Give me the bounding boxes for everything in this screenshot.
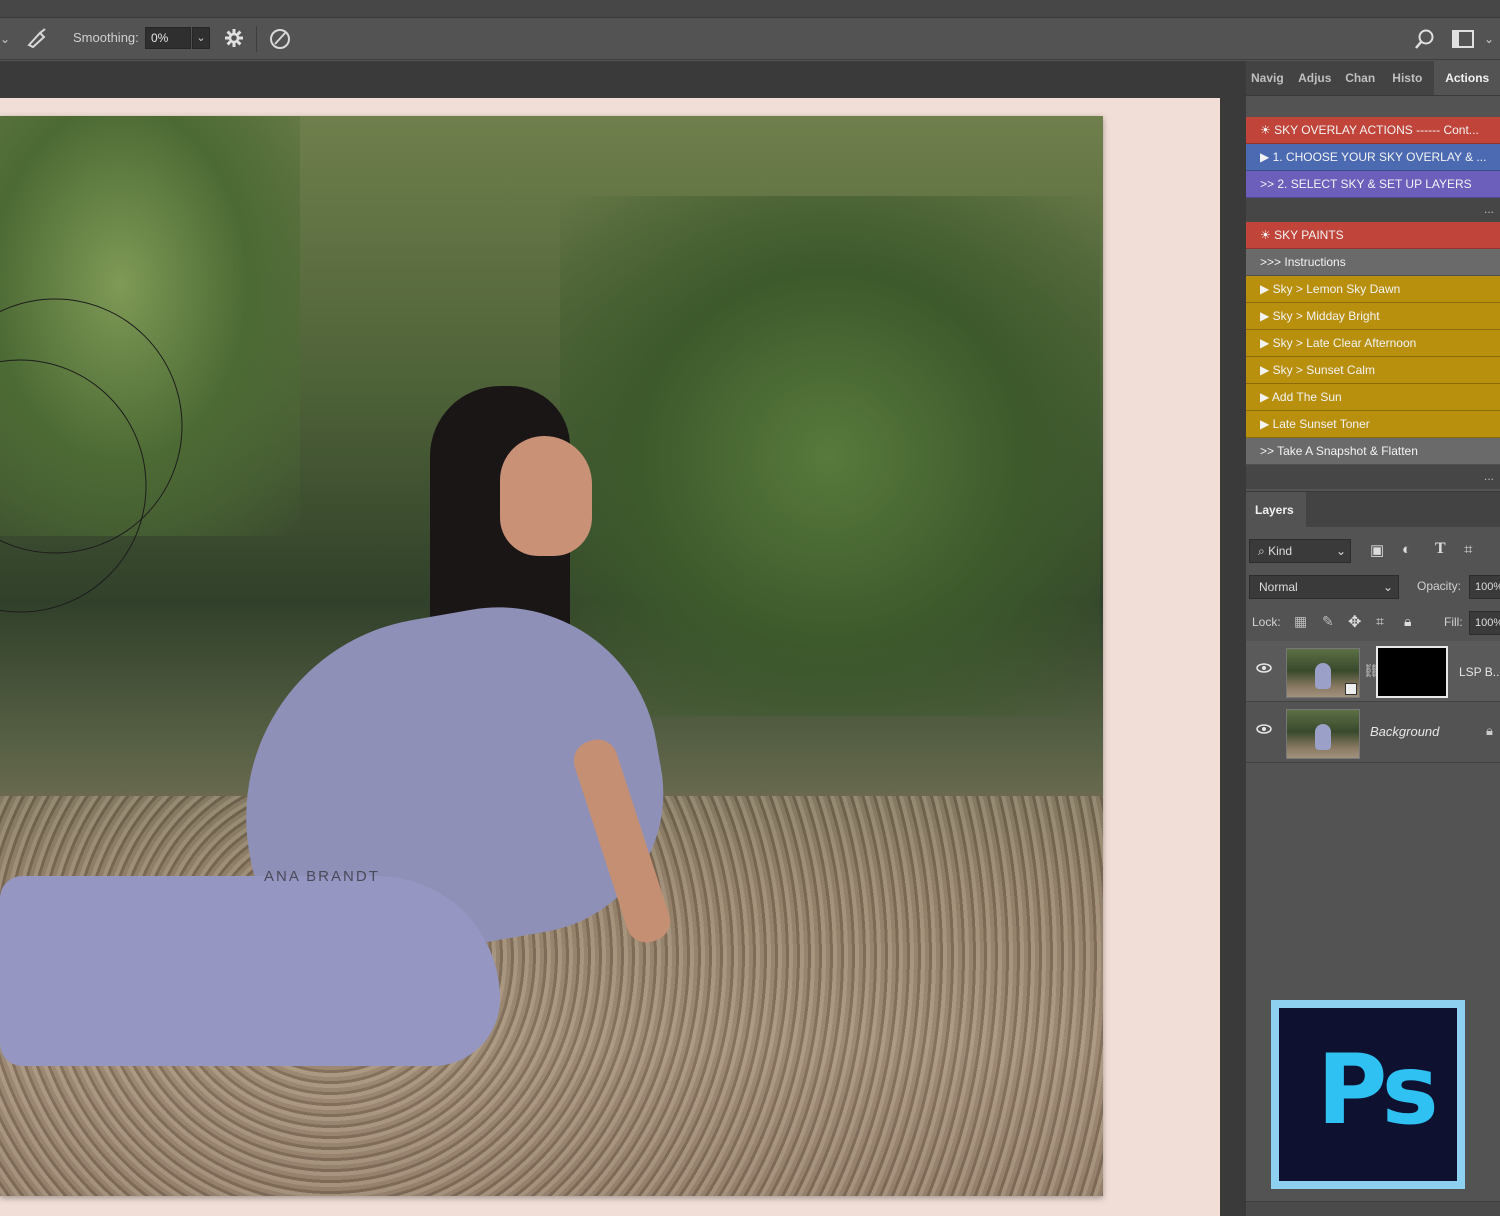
- actions-list: ☀ SKY OVERLAY ACTIONS ------ Cont... ▶ 1…: [1246, 117, 1500, 489]
- action-instructions[interactable]: >>> Instructions: [1246, 249, 1500, 276]
- search-icon[interactable]: [1414, 28, 1436, 55]
- opacity-input[interactable]: 100%: [1469, 575, 1500, 599]
- fill-label: Fill:: [1444, 615, 1463, 629]
- chevron-down-icon: ⌄: [1335, 544, 1346, 558]
- layer-row[interactable]: ⛓ LSP B...: [1246, 641, 1500, 702]
- action-add-the-sun[interactable]: ▶ Add The Sun: [1246, 384, 1500, 411]
- action-choose-sky-overlay[interactable]: ▶ 1. CHOOSE YOUR SKY OVERLAY & ...: [1246, 144, 1500, 171]
- action-select-sky[interactable]: >> 2. SELECT SKY & SET UP LAYERS: [1246, 171, 1500, 198]
- brush-cursor-icon: [0, 298, 183, 613]
- tab-layers[interactable]: Layers: [1246, 492, 1306, 528]
- layer-name[interactable]: LSP B...: [1459, 665, 1500, 679]
- tab-history[interactable]: Histo: [1387, 61, 1434, 95]
- blend-mode-select[interactable]: Normal ⌄: [1249, 575, 1399, 599]
- actions-more-2[interactable]: ...: [1246, 465, 1500, 489]
- lock-transparent-icon[interactable]: ▦: [1294, 613, 1307, 630]
- filter-type-icon[interactable]: T: [1435, 540, 1446, 558]
- actions-spacer: [1246, 96, 1500, 118]
- photo-image[interactable]: ANA BRANDT: [0, 116, 1103, 1196]
- workspace-icon[interactable]: [1452, 30, 1474, 53]
- lock-artboard-icon[interactable]: ⌗: [1376, 613, 1384, 630]
- face-shape: [500, 436, 592, 556]
- layer-thumbnail[interactable]: [1286, 709, 1360, 759]
- workspace-dropdown[interactable]: ⌄: [1484, 32, 1494, 46]
- action-late-sunset-toner[interactable]: ▶ Late Sunset Toner: [1246, 411, 1500, 438]
- filter-kind-label: Kind: [1268, 544, 1293, 558]
- tab-channels[interactable]: Chan: [1340, 61, 1387, 95]
- layer-lock-icon: 🔒︎: [1486, 723, 1493, 738]
- brush-pressure-icon[interactable]: [26, 27, 50, 54]
- options-separator: [256, 26, 257, 52]
- photoshop-logo: Ps: [1271, 1000, 1465, 1189]
- layer-filter-kind[interactable]: ⌕ Kind ⌄: [1249, 539, 1351, 563]
- foliage-right: [560, 196, 1100, 716]
- layers-footer: [1246, 1201, 1500, 1216]
- gear-icon[interactable]: [224, 28, 244, 53]
- action-snapshot-flatten[interactable]: >> Take A Snapshot & Flatten: [1246, 438, 1500, 465]
- lock-brush-icon[interactable]: ✎: [1322, 613, 1334, 630]
- panel-tabs: Navig Adjus Chan Histo Actions: [1246, 61, 1500, 96]
- chevron-down-icon: ⌄: [1382, 580, 1393, 594]
- filter-shape-icon[interactable]: ⌗: [1464, 541, 1472, 558]
- smoothing-dropdown-button[interactable]: ⌄: [192, 27, 210, 49]
- thumbnail-figure: [1315, 663, 1331, 689]
- action-set-sky-overlay[interactable]: ☀ SKY OVERLAY ACTIONS ------ Cont...: [1246, 117, 1500, 144]
- action-sunset-calm[interactable]: ▶ Sky > Sunset Calm: [1246, 357, 1500, 384]
- options-bar: ⌄ Smoothing: 0% ⌄ ⌄: [0, 18, 1500, 60]
- layer-row[interactable]: Background 🔒︎: [1246, 702, 1500, 763]
- watermark-text: ANA BRANDT: [264, 868, 380, 885]
- action-late-clear-afternoon[interactable]: ▶ Sky > Late Clear Afternoon: [1246, 330, 1500, 357]
- smoothing-label: Smoothing:: [73, 30, 139, 45]
- tab-adjustments[interactable]: Adjus: [1293, 61, 1340, 95]
- action-set-sky-paints[interactable]: ☀ SKY PAINTS: [1246, 222, 1500, 249]
- photoshop-logo-inner: Ps: [1279, 1008, 1457, 1181]
- photoshop-logo-text: Ps: [1317, 1034, 1439, 1146]
- layers-list: ⛓ LSP B... Background 🔒︎: [1246, 641, 1500, 763]
- tool-preset-dropdown[interactable]: ⌄: [0, 32, 10, 46]
- symmetry-brush-icon[interactable]: [268, 27, 292, 56]
- tab-actions[interactable]: Actions: [1434, 61, 1500, 95]
- blend-mode-value: Normal: [1259, 580, 1298, 594]
- smart-object-icon: [1345, 683, 1357, 695]
- filter-image-icon[interactable]: ▣: [1370, 541, 1384, 559]
- tab-navigator[interactable]: Navig: [1246, 61, 1293, 95]
- layers-tab-bar: Layers: [1246, 491, 1500, 528]
- lock-label: Lock:: [1252, 615, 1281, 629]
- title-strip: [0, 0, 1500, 18]
- action-lemon-sky-dawn[interactable]: ▶ Sky > Lemon Sky Dawn: [1246, 276, 1500, 303]
- lock-move-icon[interactable]: ✥: [1348, 612, 1361, 632]
- opacity-label: Opacity:: [1417, 579, 1462, 593]
- action-midday-bright[interactable]: ▶ Sky > Midday Bright: [1246, 303, 1500, 330]
- layer-name[interactable]: Background: [1370, 724, 1439, 739]
- thumbnail-figure: [1315, 724, 1331, 750]
- fill-input[interactable]: 100%: [1469, 611, 1500, 635]
- smoothing-input[interactable]: 0%: [145, 27, 191, 49]
- layer-mask-thumbnail[interactable]: [1376, 646, 1448, 698]
- eye-icon[interactable]: [1256, 724, 1272, 734]
- dress-train-shape: [0, 876, 500, 1066]
- layer-thumbnail[interactable]: [1286, 648, 1360, 698]
- eye-icon[interactable]: [1256, 663, 1272, 673]
- lock-all-icon[interactable]: 🔒︎: [1404, 613, 1411, 630]
- filter-adjustment-icon[interactable]: ◐: [1402, 541, 1411, 558]
- actions-more-1[interactable]: ...: [1246, 198, 1500, 222]
- filter-search-icon: ⌕: [1258, 544, 1269, 558]
